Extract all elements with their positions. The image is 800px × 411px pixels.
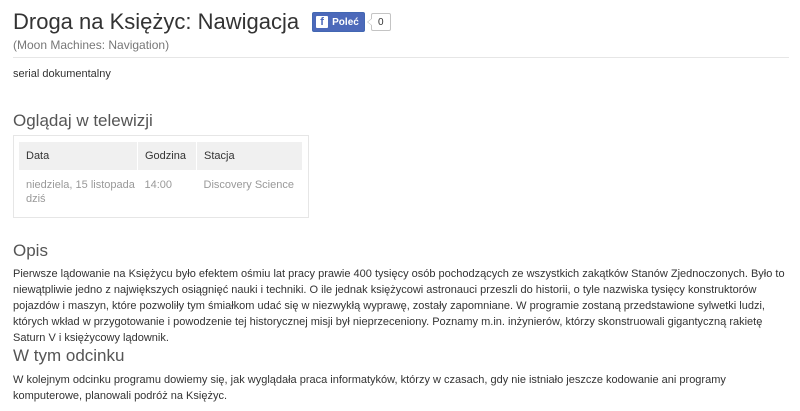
description-text: Pierwsze lądowanie na Księżycu było efek… xyxy=(13,268,785,344)
facebook-like-button[interactable]: f Poleć xyxy=(312,12,365,32)
tv-section-heading: Oglądaj w telewizji xyxy=(13,111,153,130)
facebook-like-widget: f Poleć 0 xyxy=(312,12,391,32)
table-row: niedziela, 15 listopada dziś 14:00 Disco… xyxy=(19,170,303,206)
facebook-like-label: Poleć xyxy=(332,16,359,28)
column-header-time: Godzina xyxy=(137,142,197,170)
date-relative-text: dziś xyxy=(26,193,46,205)
page-title: Droga na Księżyc: Nawigacja xyxy=(13,9,300,34)
facebook-icon: f xyxy=(316,16,329,28)
column-header-date: Data xyxy=(19,142,138,170)
tv-schedule-box: Data Godzina Stacja niedziela, 15 listop… xyxy=(13,135,309,218)
column-header-station: Stacja xyxy=(196,142,303,170)
genre-label: serial dokumentalny xyxy=(13,68,111,80)
table-header-row: Data Godzina Stacja xyxy=(19,142,303,170)
cell-date: niedziela, 15 listopada dziś xyxy=(19,170,138,206)
cell-station: Discovery Science xyxy=(203,179,294,191)
date-text: niedziela, 15 listopada xyxy=(26,179,135,191)
episode-text: W kolejnym odcinku programu dowiemy się,… xyxy=(13,374,726,402)
original-title: (Moon Machines: Navigation) xyxy=(13,38,170,52)
tv-schedule-table: Data Godzina Stacja niedziela, 15 listop… xyxy=(19,142,303,206)
description-heading: Opis xyxy=(13,241,48,260)
facebook-like-count: 0 xyxy=(366,13,391,31)
episode-heading: W tym odcinku xyxy=(13,346,125,365)
title-row: Droga na Księżyc: Nawigacja f Poleć 0 xyxy=(13,8,789,36)
page-header: Droga na Księżyc: Nawigacja f Poleć 0 (M… xyxy=(13,8,789,58)
cell-time: 14:00 xyxy=(144,179,173,191)
